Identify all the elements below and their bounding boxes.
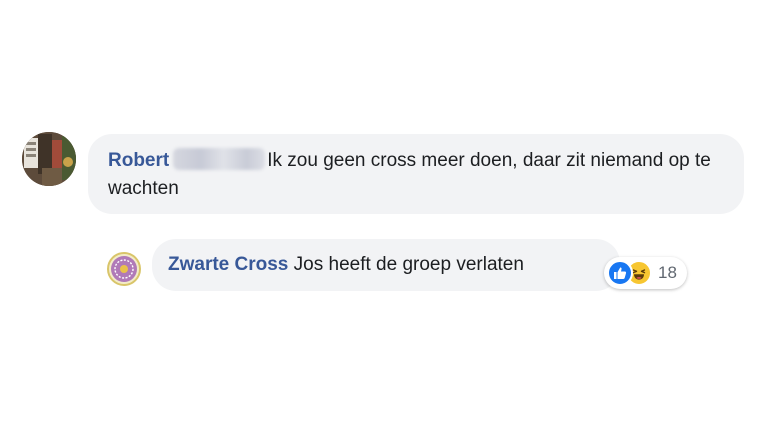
reaction-count: 18 bbox=[658, 263, 677, 282]
comment-bubble: Zwarte Cross Jos heeft de groep verlaten bbox=[152, 239, 620, 291]
blurred-surname bbox=[173, 148, 266, 170]
avatar[interactable] bbox=[22, 132, 76, 186]
reactions-summary[interactable]: 18 bbox=[604, 257, 687, 289]
avatar[interactable] bbox=[107, 252, 141, 286]
comment-text: Jos heeft de groep verlaten bbox=[293, 254, 524, 275]
comment-author-link[interactable]: Zwarte Cross bbox=[168, 254, 288, 275]
comment-author-link[interactable]: Robert bbox=[108, 150, 169, 171]
comment-bubble: Robert Ik zou geen cross meer doen, daar … bbox=[88, 134, 744, 214]
profile-photo-icon bbox=[22, 132, 76, 186]
like-icon bbox=[607, 260, 633, 286]
page-logo-icon bbox=[111, 256, 137, 282]
